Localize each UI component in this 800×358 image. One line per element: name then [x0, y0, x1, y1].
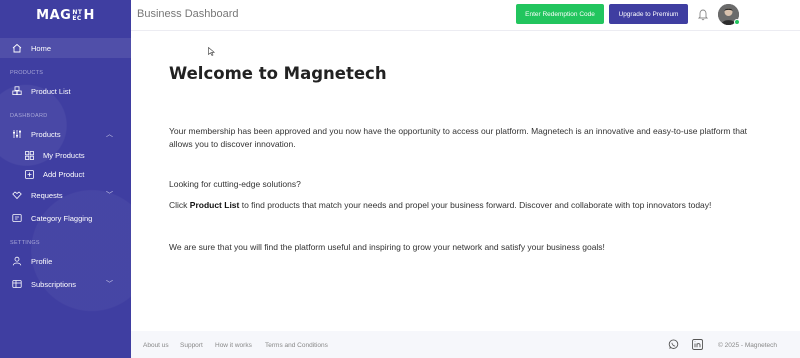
- sidebar-item-label: Products: [31, 129, 61, 139]
- sidebar-item-add-product[interactable]: Add Product: [0, 164, 131, 184]
- redemption-code-button[interactable]: Enter Redemption Code: [516, 4, 604, 24]
- sidebar-item-label: Home: [31, 43, 52, 53]
- chevron-down-icon[interactable]: ﹀: [106, 190, 113, 200]
- paragraph-text: Click: [169, 200, 190, 210]
- product-list-paragraph: Click Product List to find products that…: [169, 199, 759, 212]
- card-icon: [11, 279, 22, 290]
- sliders-icon: [11, 129, 22, 140]
- sidebar-item-products[interactable]: Products ︿: [0, 124, 131, 144]
- section-label-settings: SETTINGS: [10, 240, 40, 246]
- sidebar-item-home[interactable]: Home: [0, 38, 131, 58]
- footer-link-support[interactable]: Support: [180, 342, 203, 349]
- logo-small-bottom: EC: [72, 14, 82, 22]
- linkedin-icon[interactable]: [692, 339, 703, 350]
- sidebar-item-my-products[interactable]: My Products: [0, 145, 131, 165]
- footer-link-about[interactable]: About us: [143, 342, 169, 349]
- footer-link-terms[interactable]: Terms and Conditions: [265, 342, 328, 349]
- closing-paragraph: We are sure that you will find the platf…: [169, 242, 605, 252]
- sidebar-item-label: Add Product: [43, 169, 85, 179]
- whatsapp-icon[interactable]: [668, 339, 679, 350]
- section-label-dashboard: DASHBOARD: [10, 113, 48, 119]
- membership-paragraph: Your membership has been approved and yo…: [169, 126, 748, 149]
- sidebar-item-requests[interactable]: Requests ﹀: [0, 185, 131, 205]
- bell-icon[interactable]: [697, 8, 709, 21]
- copyright-text: © 2025 - Magnetech: [718, 342, 777, 349]
- sidebar-item-label: Product List: [31, 86, 71, 96]
- grid-icon: [24, 150, 35, 161]
- home-icon: [11, 43, 22, 54]
- chevron-up-icon[interactable]: ︿: [106, 129, 113, 139]
- footer: About us Support How it works Terms and …: [131, 331, 800, 358]
- section-label-products: PRODUCTS: [10, 70, 44, 76]
- sidebar-item-profile[interactable]: Profile: [0, 251, 131, 271]
- top-bar: Business Dashboard Enter Redemption Code…: [131, 0, 800, 31]
- page-title: Business Dashboard: [137, 8, 239, 20]
- footer-link-how-it-works[interactable]: How it works: [215, 342, 252, 349]
- paragraph-text: to find products that match your needs a…: [239, 200, 712, 210]
- plus-box-icon: [24, 169, 35, 180]
- sidebar-item-category-flagging[interactable]: Category Flagging: [0, 208, 131, 228]
- welcome-heading: Welcome to Magnetech: [169, 64, 387, 83]
- sidebar-item-label: Subscriptions: [31, 279, 77, 289]
- logo-text: MAG: [36, 8, 72, 23]
- brand-logo[interactable]: MAG NT EC H: [0, 0, 131, 31]
- cubes-icon: [11, 86, 22, 97]
- logo-small: NT EC: [72, 9, 82, 22]
- sidebar-item-label: Profile: [31, 256, 53, 266]
- online-status-dot: [734, 19, 740, 25]
- sidebar: MAG NT EC H Home PRODUCTS Product List DA…: [0, 0, 131, 358]
- sidebar-item-label: My Products: [43, 150, 85, 160]
- cutting-edge-paragraph: Looking for cutting-edge solutions?: [169, 179, 301, 189]
- sidebar-item-label: Category Flagging: [31, 213, 93, 223]
- chevron-down-icon[interactable]: ﹀: [106, 279, 113, 289]
- mouse-cursor-icon: [208, 43, 216, 56]
- logo-text-end: H: [83, 8, 95, 23]
- upgrade-premium-button[interactable]: Upgrade to Premium: [609, 4, 688, 24]
- handshake-icon: [11, 190, 22, 201]
- user-icon: [11, 256, 22, 267]
- main-content: Welcome to Magnetech Your membership has…: [131, 31, 800, 331]
- sidebar-item-product-list[interactable]: Product List: [0, 81, 131, 101]
- product-list-link[interactable]: Product List: [190, 200, 240, 210]
- sidebar-item-label: Requests: [31, 190, 63, 200]
- flag-icon: [11, 213, 22, 224]
- sidebar-item-subscriptions[interactable]: Subscriptions ﹀: [0, 274, 131, 294]
